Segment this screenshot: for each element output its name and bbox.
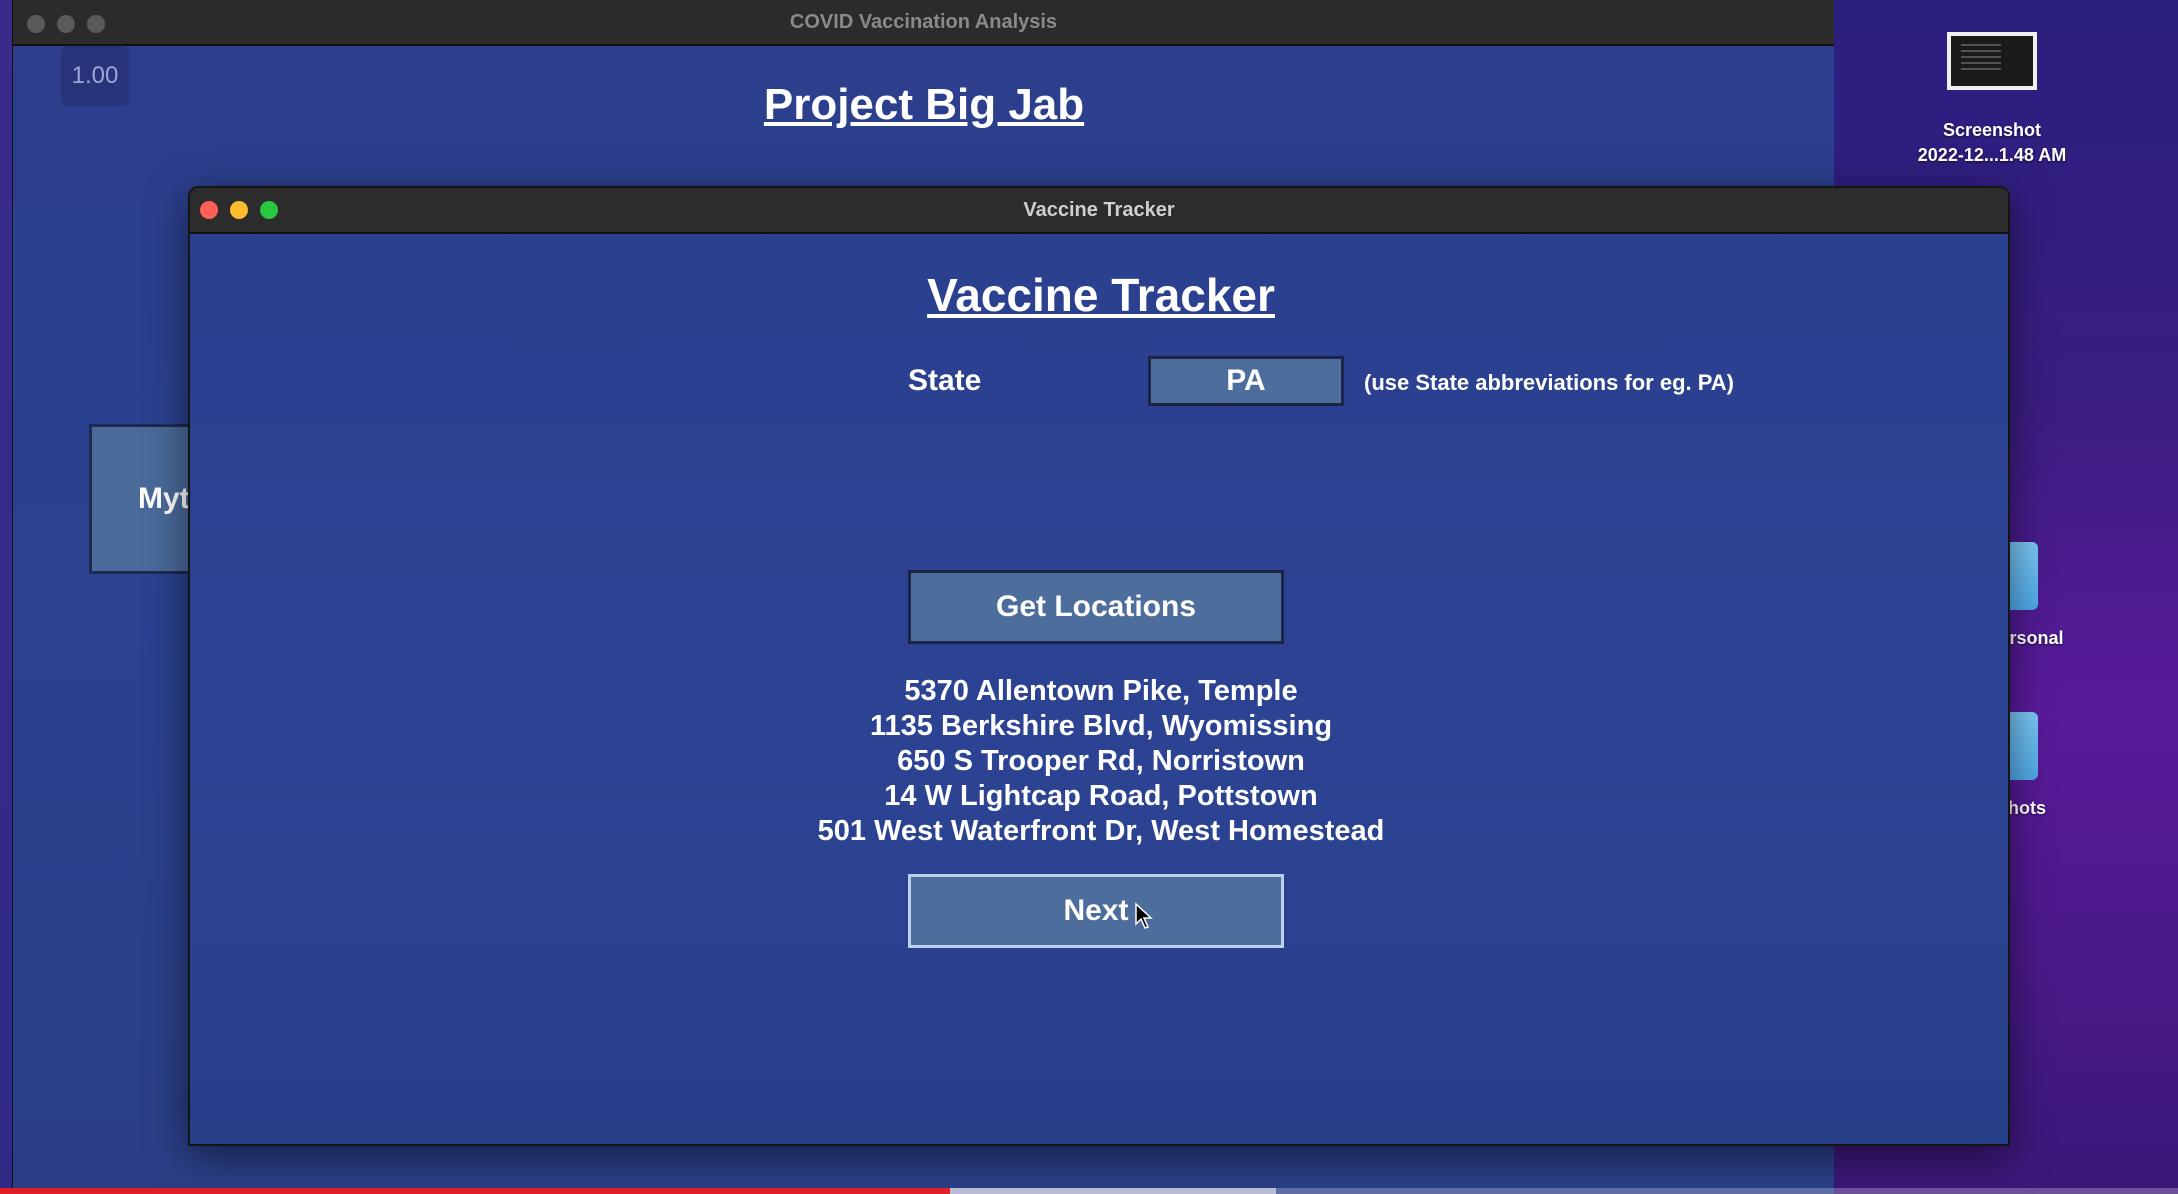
desktop-item-label: 2022-12...1.48 AM — [1917, 145, 2067, 165]
locations-list: 5370 Allentown Pike, Temple 1135 Berkshi… — [190, 674, 2008, 849]
state-label: State — [908, 364, 982, 397]
close-icon[interactable] — [200, 201, 218, 219]
window-controls — [27, 15, 105, 33]
location-item: 5370 Allentown Pike, Temple — [904, 675, 1298, 707]
video-buffer-bar — [949, 1188, 1277, 1194]
window-title: Vaccine Tracker — [1023, 198, 1175, 221]
maximize-icon[interactable] — [87, 15, 105, 33]
location-item: 1135 Berkshire Blvd, Wyomissing — [869, 710, 1333, 742]
vaccine-tracker-window: Vaccine Tracker Vaccine Tracker State (u… — [188, 186, 2010, 1146]
minimize-icon[interactable] — [57, 15, 75, 33]
desktop-item-screenshot[interactable]: Screenshot 2022-12...1.48 AM — [1882, 32, 2102, 168]
location-item: 14 W Lightcap Road, Pottstown — [884, 780, 1318, 812]
get-locations-button[interactable]: Get Locations — [908, 570, 1284, 644]
maximize-icon[interactable] — [260, 201, 278, 219]
state-hint: (use State abbreviations for eg. PA) — [1364, 370, 1735, 395]
back-window-titlebar[interactable]: COVID Vaccination Analysis — [13, 0, 1834, 46]
page-title: Project Big Jab — [763, 80, 1085, 129]
vaccine-tracker-titlebar[interactable]: Vaccine Tracker — [190, 188, 2008, 234]
location-item: 501 West Waterfront Dr, West Homestead — [817, 815, 1385, 847]
mouse-cursor-icon — [1135, 902, 1153, 929]
video-progress-bar[interactable] — [0, 1188, 2178, 1194]
close-icon[interactable] — [27, 15, 45, 33]
state-input[interactable] — [1148, 356, 1344, 406]
minimize-icon[interactable] — [230, 201, 248, 219]
window-controls — [200, 201, 278, 219]
page-title: Vaccine Tracker — [927, 269, 1275, 321]
screenshot-thumbnail-icon — [1947, 32, 2037, 90]
desktop-item-label: Screenshot — [1942, 120, 2042, 140]
next-button[interactable]: Next — [908, 874, 1284, 948]
back-window-title: COVID Vaccination Analysis — [789, 10, 1058, 33]
location-item: 650 S Trooper Rd, Norristown — [897, 745, 1305, 777]
video-played-bar — [0, 1188, 950, 1194]
